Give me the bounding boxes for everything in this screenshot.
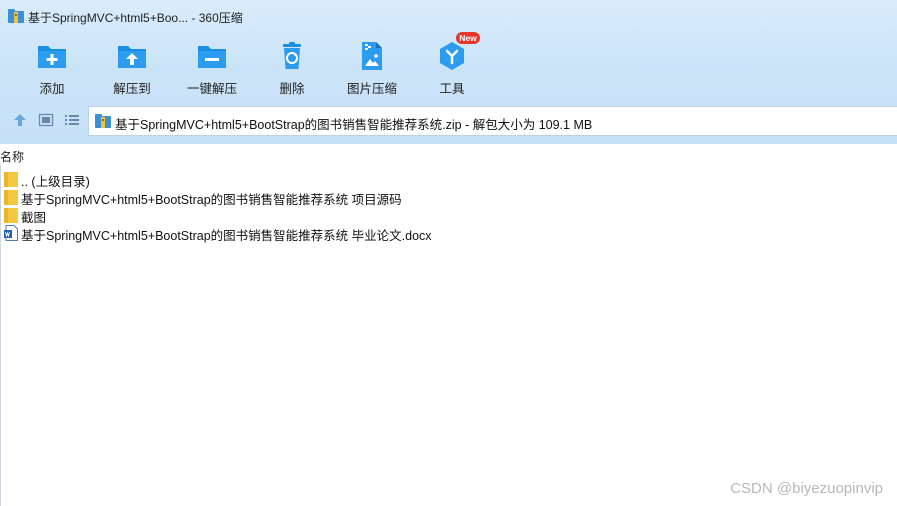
folder-icon [4,208,18,223]
word-document-icon [4,225,18,241]
list-item-name: 基于SpringMVC+html5+BootStrap的图书销售智能推荐系统 毕… [21,229,432,243]
window-chrome: 基于SpringMVC+html5+Boo... - 360压缩 添加 解压到 … [0,0,897,144]
image-compress-icon [362,42,382,70]
extract-to-button[interactable]: 解压到 [92,36,172,98]
list-view-icon[interactable] [64,112,80,128]
list-divider [0,164,1,506]
title-bar[interactable]: 基于SpringMVC+html5+Boo... - 360压缩 [0,0,897,32]
tools-icon [440,42,464,70]
address-row: 基于SpringMVC+html5+BootStrap的图书销售智能推荐系统.z… [0,104,897,138]
main-toolbar: 添加 解压到 一键解压 删除 图片压缩 New 工具 [0,32,897,100]
delete-button[interactable]: 删除 [252,36,332,98]
address-path: 基于SpringMVC+html5+BootStrap的图书销售智能推荐系统.z… [115,118,593,132]
folder-icon [4,190,18,205]
thumbnail-view-icon[interactable] [38,112,54,128]
one-click-extract-icon [198,46,226,68]
zip-archive-icon [95,114,111,128]
csdn-watermark: CSDN @biyezuopinvip [730,480,883,497]
tools-label: 工具 [439,82,465,96]
extract-to-icon [118,46,146,68]
list-item-name: .. (上级目录) [21,175,90,189]
new-badge: New [456,32,480,44]
add-button[interactable]: 添加 [12,36,92,98]
window-title: 基于SpringMVC+html5+Boo... - 360压缩 [28,11,243,25]
recycle-bin-icon [283,42,301,69]
tools-button[interactable]: New 工具 [412,32,492,98]
extract-to-label: 解压到 [113,82,151,96]
column-header-name[interactable]: 名称 [0,148,24,165]
one-click-extract-button[interactable]: 一键解压 [172,36,252,98]
archive-app-icon [8,9,24,23]
file-list: 名称 .. (上级目录) 基于SpringMVC+html5+BootStrap… [0,144,897,506]
list-item-name: 基于SpringMVC+html5+BootStrap的图书销售智能推荐系统 项… [21,193,402,207]
folder-icon [4,172,18,187]
list-item-name: 截图 [21,211,47,225]
image-compress-button[interactable]: 图片压缩 [332,36,412,98]
add-label: 添加 [39,82,65,96]
image-compress-label: 图片压缩 [346,82,397,96]
delete-label: 删除 [279,82,305,96]
archive-window: 基于SpringMVC+html5+Boo... - 360压缩 添加 解压到 … [0,0,897,506]
add-file-icon [38,46,66,68]
up-arrow-icon[interactable] [12,112,28,128]
address-bar[interactable]: 基于SpringMVC+html5+BootStrap的图书销售智能推荐系统.z… [88,106,897,136]
one-click-extract-label: 一键解压 [186,82,237,96]
